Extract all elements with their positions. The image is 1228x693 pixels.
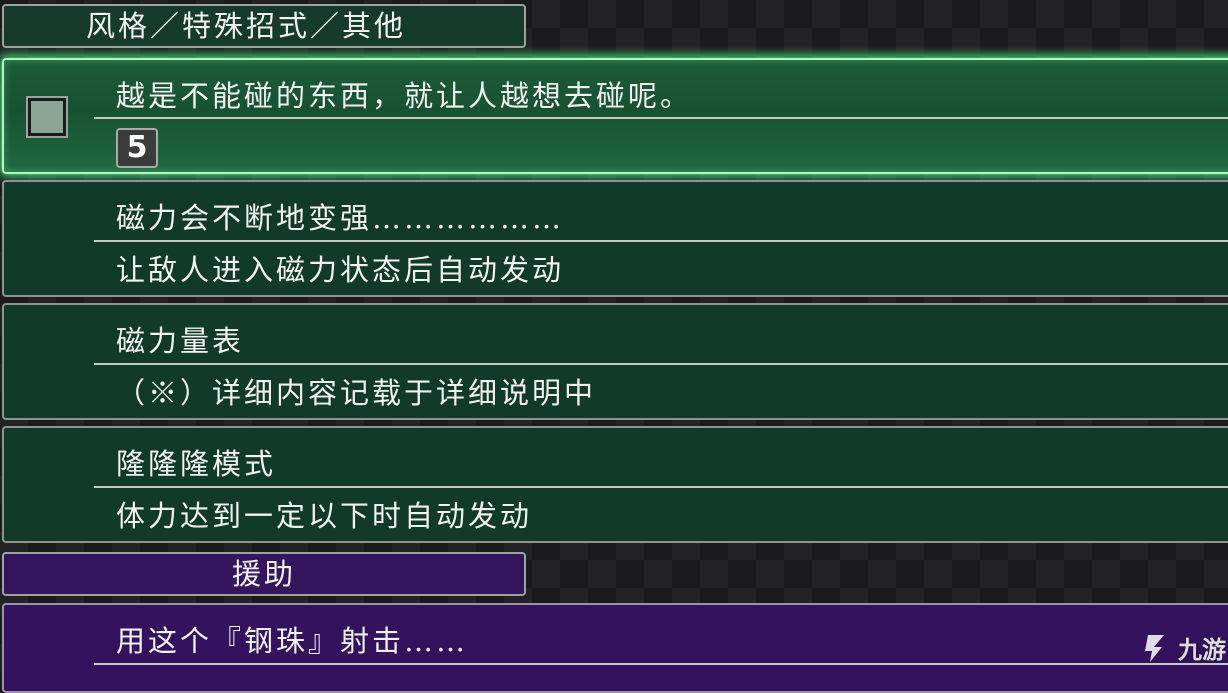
skill-title: 隆隆隆模式 [116,447,277,481]
watermark: 九游 [1140,630,1226,665]
row-divider [94,663,1228,665]
skill-title: 磁力会不断地变强……………… [116,201,565,235]
skill-title: 磁力量表 [116,324,245,358]
checkbox-icon[interactable] [26,96,68,138]
skill-description: （※）详细内容记载于详细说明中 [116,376,597,410]
skill-row[interactable]: 隆隆隆模式 体力达到一定以下时自动发动 [2,426,1228,543]
category-header-style-special[interactable]: 风格／特殊招式／其他 [2,4,526,48]
skill-description: 体力达到一定以下时自动发动 [116,499,533,533]
jiuyou-logo-icon [1145,634,1164,662]
assist-skill-row[interactable]: 用这个『钢珠』射击…… [2,603,1228,693]
skill-row[interactable]: 磁力量表 （※）详细内容记载于详细说明中 [2,303,1228,420]
skill-cost-badge: 5 [116,128,158,168]
row-divider [94,363,1228,365]
skill-title: 用这个『钢珠』射击…… [116,624,469,658]
category-header-label: 援助 [232,557,297,591]
skill-description: 让敌人进入磁力状态后自动发动 [116,253,565,287]
watermark-text: 九游 [1178,636,1226,664]
category-header-assist[interactable]: 援助 [2,552,526,596]
category-header-label: 风格／特殊招式／其他 [86,9,407,43]
skill-title: 越是不能碰的东西，就让人越想去碰呢。 [116,79,693,113]
row-divider [94,240,1228,242]
row-divider [94,486,1228,488]
skill-row-selected[interactable]: 越是不能碰的东西，就让人越想去碰呢。 5 [2,58,1228,174]
skill-row[interactable]: 磁力会不断地变强……………… 让敌人进入磁力状态后自动发动 [2,180,1228,297]
row-divider [94,117,1228,119]
